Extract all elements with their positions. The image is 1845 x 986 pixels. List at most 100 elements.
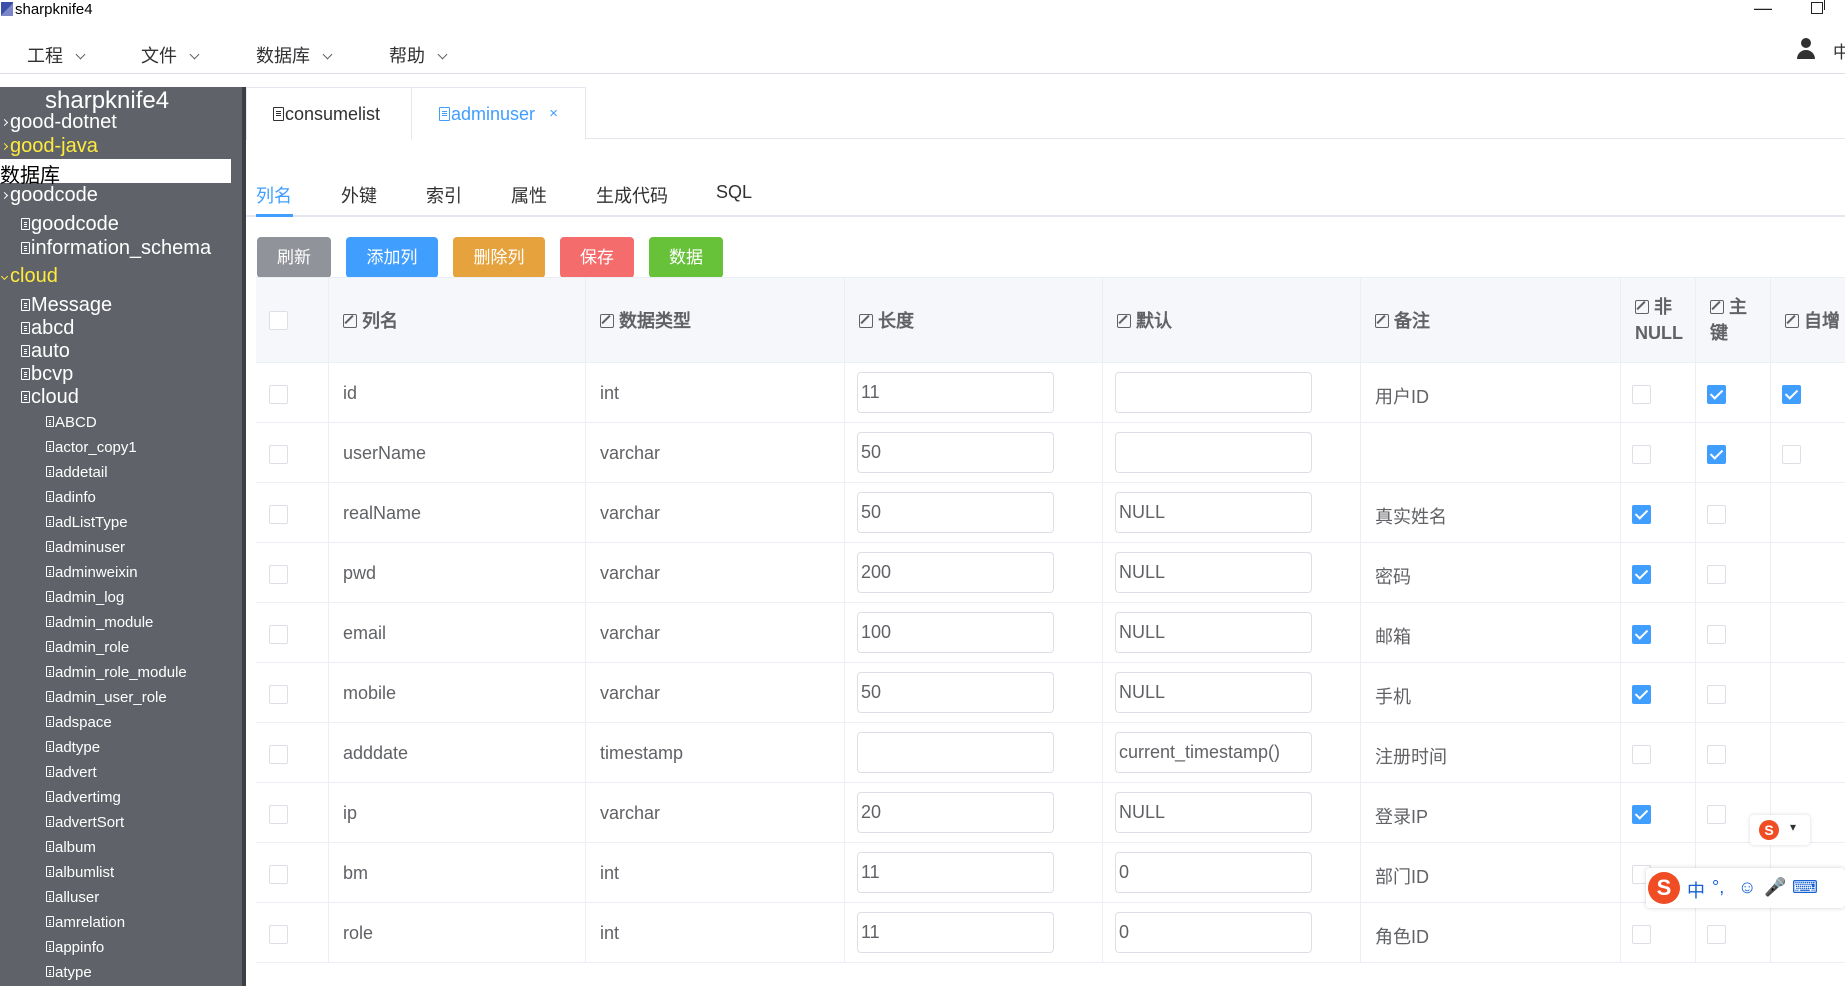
primary-key-checkbox[interactable] xyxy=(1707,625,1726,644)
delete-column-button[interactable]: 删除列 xyxy=(453,237,545,278)
tree-table-item[interactable]: adspace xyxy=(46,714,112,731)
row-select-checkbox[interactable] xyxy=(269,805,288,824)
default-input[interactable]: NULL xyxy=(1115,792,1312,833)
tree-item-auto[interactable]: auto xyxy=(21,340,70,363)
subtab-properties[interactable]: 属性 xyxy=(511,182,547,208)
default-input[interactable]: 0 xyxy=(1115,852,1312,893)
keyboard-icon[interactable]: ⌨ xyxy=(1792,877,1818,898)
tree-item-good-dotnet[interactable]: good-dotnet xyxy=(0,111,117,134)
minimize-button[interactable]: — xyxy=(1754,0,1772,19)
length-input[interactable]: 50 xyxy=(857,492,1054,533)
ime-toolbar[interactable]: S 中 °, ☺ 🎤 ⌨ xyxy=(1646,868,1845,908)
tree-table-item[interactable]: ABCD xyxy=(46,414,97,431)
default-input[interactable]: NULL xyxy=(1115,552,1312,593)
subtab-generate-code[interactable]: 生成代码 xyxy=(596,182,668,208)
primary-key-checkbox[interactable] xyxy=(1707,505,1726,524)
auto-increment-checkbox[interactable] xyxy=(1782,445,1801,464)
menu-file[interactable]: 文件 xyxy=(141,42,200,68)
subtab-indexes[interactable]: 索引 xyxy=(426,182,462,208)
length-input[interactable]: 11 xyxy=(857,852,1054,893)
row-select-checkbox[interactable] xyxy=(269,685,288,704)
microphone-icon[interactable]: 🎤 xyxy=(1764,877,1786,898)
length-input[interactable] xyxy=(857,732,1054,773)
save-button[interactable]: 保存 xyxy=(560,237,634,278)
tree-item-abcd[interactable]: abcd xyxy=(21,317,74,340)
primary-key-checkbox[interactable] xyxy=(1707,565,1726,584)
tree-table-item[interactable]: adminuser xyxy=(46,539,125,556)
tree-item-goodcode-group[interactable]: goodcode xyxy=(0,184,98,207)
tree-item-good-java[interactable]: good-java xyxy=(0,135,98,158)
default-input[interactable]: NULL xyxy=(1115,612,1312,653)
default-input[interactable]: 0 xyxy=(1115,912,1312,953)
not-null-checkbox[interactable] xyxy=(1632,745,1651,764)
tree-table-item[interactable]: atype xyxy=(46,964,92,981)
tree-table-item[interactable]: alluser xyxy=(46,889,99,906)
primary-key-checkbox[interactable] xyxy=(1707,925,1726,944)
ime-menu-icon[interactable]: ▾ xyxy=(1790,820,1796,834)
length-input[interactable]: 50 xyxy=(857,672,1054,713)
length-input[interactable]: 20 xyxy=(857,792,1054,833)
row-select-checkbox[interactable] xyxy=(269,865,288,884)
default-input[interactable]: NULL xyxy=(1115,672,1312,713)
tree-table-item[interactable]: admin_user_role xyxy=(46,689,167,706)
tree-table-item[interactable]: advert xyxy=(46,764,97,781)
length-input[interactable]: 200 xyxy=(857,552,1054,593)
tree-table-item[interactable]: admin_module xyxy=(46,614,153,631)
primary-key-checkbox[interactable] xyxy=(1707,385,1726,404)
language-toggle[interactable]: 中 xyxy=(1833,38,1845,63)
length-input[interactable]: 11 xyxy=(857,912,1054,953)
row-select-checkbox[interactable] xyxy=(269,625,288,644)
not-null-checkbox[interactable] xyxy=(1632,805,1651,824)
default-input[interactable]: NULL xyxy=(1115,492,1312,533)
tree-table-item[interactable]: adminweixin xyxy=(46,564,138,581)
ime-mode-indicator[interactable]: 中 xyxy=(1687,877,1705,903)
menu-help[interactable]: 帮助 xyxy=(389,42,448,68)
tree-table-item[interactable]: actor_copy1 xyxy=(46,439,137,456)
select-all-checkbox[interactable] xyxy=(269,311,288,330)
tree-table-item[interactable]: advertSort xyxy=(46,814,124,831)
tree-table-item[interactable]: adinfo xyxy=(46,489,96,506)
row-select-checkbox[interactable] xyxy=(269,745,288,764)
default-input[interactable]: current_timestamp() xyxy=(1115,732,1312,773)
length-input[interactable]: 50 xyxy=(857,432,1054,473)
restore-button[interactable] xyxy=(1811,0,1825,14)
tree-table-item[interactable]: adtype xyxy=(46,739,100,756)
ime-mini-toolbar[interactable]: S ▾ xyxy=(1750,815,1810,845)
auto-increment-checkbox[interactable] xyxy=(1782,385,1801,404)
row-select-checkbox[interactable] xyxy=(269,385,288,404)
close-icon[interactable]: × xyxy=(549,88,558,140)
row-select-checkbox[interactable] xyxy=(269,925,288,944)
tree-item-message[interactable]: Message xyxy=(21,294,112,317)
tree-item-bcvp[interactable]: bcvp xyxy=(21,363,73,386)
tree-table-item[interactable]: admin_role_module xyxy=(46,664,187,681)
tree-table-item[interactable]: album xyxy=(46,839,96,856)
tree-item-database[interactable]: 数据库 xyxy=(0,159,231,187)
tree-item-cloud-db[interactable]: cloud xyxy=(21,386,79,409)
tree-item-cloud-group[interactable]: cloud xyxy=(0,265,58,288)
tree-item-goodcode-db[interactable]: goodcode xyxy=(21,213,119,236)
primary-key-checkbox[interactable] xyxy=(1707,805,1726,824)
subtab-sql[interactable]: SQL xyxy=(716,182,752,203)
default-input[interactable] xyxy=(1115,432,1312,473)
not-null-checkbox[interactable] xyxy=(1632,565,1651,584)
not-null-checkbox[interactable] xyxy=(1632,505,1651,524)
row-select-checkbox[interactable] xyxy=(269,505,288,524)
ime-punctuation-indicator[interactable]: °, xyxy=(1712,877,1724,898)
user-icon[interactable] xyxy=(1795,38,1817,62)
tree-table-item[interactable]: addetail xyxy=(46,464,108,481)
not-null-checkbox[interactable] xyxy=(1632,445,1651,464)
menu-database[interactable]: 数据库 xyxy=(256,42,333,68)
tree-table-item[interactable]: appinfo xyxy=(46,939,104,956)
tab-adminuser[interactable]: adminuser × xyxy=(411,87,586,140)
add-column-button[interactable]: 添加列 xyxy=(346,237,438,278)
tree-table-item[interactable]: amrelation xyxy=(46,914,125,931)
tree-table-item[interactable]: admin_role xyxy=(46,639,129,656)
menu-project[interactable]: 工程 xyxy=(27,42,86,68)
tree-table-item[interactable]: admin_log xyxy=(46,589,124,606)
not-null-checkbox[interactable] xyxy=(1632,385,1651,404)
length-input[interactable]: 100 xyxy=(857,612,1054,653)
not-null-checkbox[interactable] xyxy=(1632,685,1651,704)
default-input[interactable] xyxy=(1115,372,1312,413)
row-select-checkbox[interactable] xyxy=(269,445,288,464)
length-input[interactable]: 11 xyxy=(857,372,1054,413)
